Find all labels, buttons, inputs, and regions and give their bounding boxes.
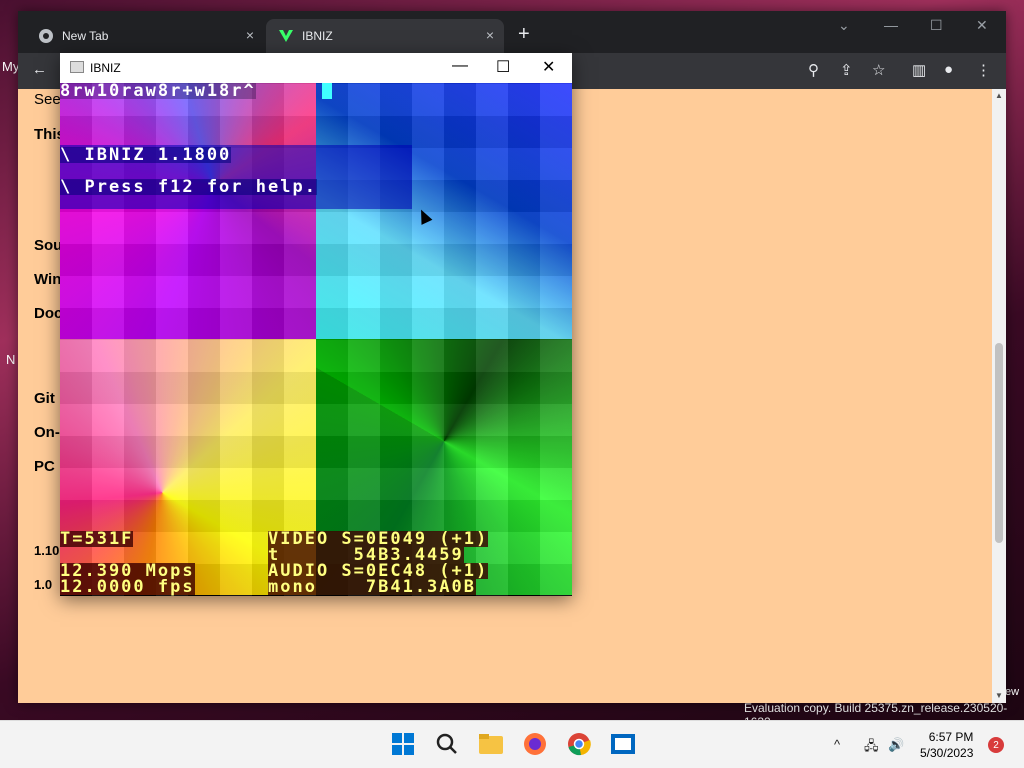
text-caret [322, 83, 332, 99]
header-block: \ IBNIZ 1.1800 \ Press f12 for help. [60, 145, 412, 209]
network-icon[interactable]: 🖧 [864, 737, 879, 759]
system-clock[interactable]: 6:57 PM 5/30/2023 [920, 729, 973, 761]
taskbar: ^ 🖧 🔊 6:57 PM 5/30/2023 2 [0, 720, 1024, 768]
tab-label: New Tab [62, 29, 109, 43]
share-icon[interactable]: ⇪ [840, 61, 853, 79]
new-tab-button[interactable]: + [518, 23, 530, 46]
stat-right: mono 7B41.3A0B [268, 577, 476, 596]
close-icon[interactable]: × [246, 27, 254, 43]
stat-left: 12.0000 fps [60, 577, 195, 596]
chevron-up-icon[interactable]: ^ [834, 737, 840, 752]
star-icon[interactable]: ☆ [872, 61, 885, 79]
menu-icon[interactable]: ⋮ [976, 61, 991, 79]
clock-date: 5/30/2023 [920, 746, 974, 760]
page-text: Doc [34, 305, 63, 322]
tab-label: IBNIZ [302, 29, 333, 43]
code-editor-line[interactable]: 8rw10raw8r+w18r^ [60, 83, 256, 100]
page-link[interactable]: PC [34, 458, 55, 475]
page-text: 1.10 [34, 543, 60, 558]
volume-icon[interactable]: 🔊 [888, 737, 904, 753]
maximize-icon[interactable]: ☐ [496, 57, 510, 77]
header-line: \ IBNIZ 1.1800 [60, 145, 232, 165]
clock-time: 6:57 PM [928, 730, 974, 744]
minimize-icon[interactable]: — [884, 17, 898, 33]
scrollbar-thumb[interactable] [995, 343, 1003, 543]
ibniz-app-icon[interactable] [610, 731, 636, 757]
page-scrollbar[interactable]: ▲ ▼ [992, 89, 1006, 703]
maximize-icon[interactable]: ☐ [930, 17, 943, 34]
search-icon[interactable] [434, 731, 460, 757]
desktop-label: My [2, 59, 20, 74]
minimize-icon[interactable]: — [452, 57, 468, 75]
back-arrow-icon[interactable]: ← [32, 61, 47, 78]
tab-ibniz[interactable]: IBNIZ × [266, 19, 504, 53]
tab-new-tab[interactable]: New Tab × [26, 19, 264, 53]
page-link[interactable]: Git [34, 390, 55, 407]
desktop-label: N [6, 352, 16, 367]
page-text: See [34, 91, 61, 108]
chrome-icon [38, 28, 54, 44]
firefox-icon[interactable] [522, 731, 548, 757]
close-icon[interactable]: × [486, 27, 494, 43]
close-icon[interactable]: ✕ [542, 57, 555, 77]
profile-icon[interactable]: ● [944, 61, 953, 78]
ibniz-canvas[interactable]: 8rw10raw8r+w18r^ \ IBNIZ 1.1800 \ Press … [60, 83, 572, 596]
page-text: 1.0 [34, 577, 53, 592]
close-icon[interactable]: ✕ [976, 17, 988, 34]
ibniz-titlebar[interactable]: IBNIZ — ☐ ✕ [60, 53, 572, 83]
page-text: Win [34, 271, 62, 288]
desktop-label: ew [1005, 686, 1020, 698]
stat-left: T=531F [60, 529, 134, 549]
header-line: \ Press f12 for help. [60, 177, 317, 197]
app-icon [70, 61, 84, 73]
page-link[interactable]: On- [34, 424, 60, 441]
scroll-down-icon[interactable]: ▼ [995, 691, 1003, 700]
scroll-up-icon[interactable]: ▲ [995, 91, 1003, 100]
ibniz-logo-icon [278, 28, 294, 44]
file-explorer-icon[interactable] [478, 731, 504, 757]
sidebar-icon[interactable]: ▥ [912, 61, 926, 79]
window-title: IBNIZ [90, 61, 121, 75]
search-icon[interactable]: ⚲ [808, 61, 819, 79]
notification-badge[interactable]: 2 [988, 737, 1004, 753]
page-text: Sou [34, 237, 63, 254]
tab-bar: New Tab × IBNIZ × + ⌄ — ☐ ✕ [18, 11, 1006, 53]
ibniz-window: IBNIZ — ☐ ✕ 8rw10raw8r+w18r^ \ IBNIZ 1.1… [60, 53, 572, 596]
chrome-icon[interactable] [566, 731, 592, 757]
start-windows-icon[interactable] [390, 731, 416, 757]
chevron-down-icon[interactable]: ⌄ [838, 17, 850, 34]
